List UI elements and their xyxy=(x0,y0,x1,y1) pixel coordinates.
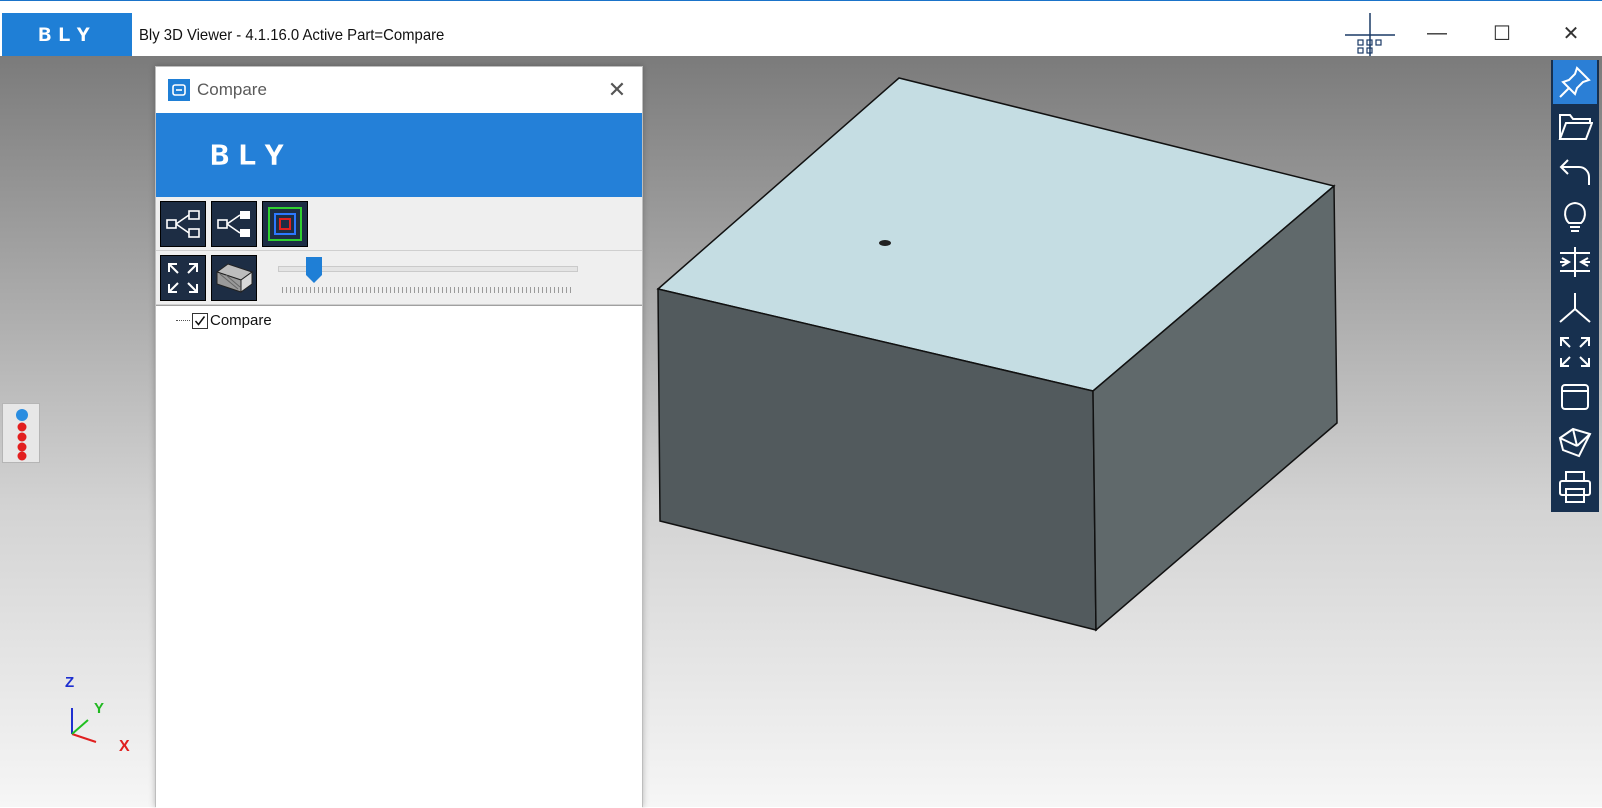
maximize-button[interactable]: ☐ xyxy=(1472,13,1532,53)
dots-icon xyxy=(16,409,28,461)
open-file-button[interactable] xyxy=(1553,105,1597,149)
tree-item-checkbox[interactable] xyxy=(192,312,208,329)
transparency-slider[interactable] xyxy=(278,266,578,272)
slider-ticks xyxy=(282,287,572,293)
lighting-button[interactable] xyxy=(1553,195,1597,239)
hole-marker xyxy=(879,240,891,246)
layers-icon xyxy=(268,207,302,241)
print-icon xyxy=(1559,471,1591,503)
axis-icon xyxy=(1559,293,1591,323)
pin-button[interactable] xyxy=(1553,60,1597,104)
layers-button[interactable] xyxy=(262,201,308,247)
undo-button[interactable] xyxy=(1553,150,1597,194)
tree-expand-button[interactable] xyxy=(160,201,206,247)
part-tree: Compare xyxy=(156,305,642,808)
tree-item-label: Compare xyxy=(210,312,272,329)
window-button[interactable] xyxy=(1553,375,1597,419)
folder-open-icon xyxy=(1558,114,1593,140)
panel-header: Compare ✕ xyxy=(156,67,642,113)
transparency-button[interactable] xyxy=(211,255,257,301)
fit-view-icon xyxy=(168,263,198,293)
panel-toolbar-1 xyxy=(156,197,642,251)
minimize-button[interactable]: — xyxy=(1407,13,1467,53)
title-bar: BLY Bly 3D Viewer - 4.1.16.0 Active Part… xyxy=(0,0,1602,57)
tree-item-compare[interactable]: Compare xyxy=(176,312,272,329)
box-transparency-icon xyxy=(215,263,254,293)
print-button[interactable] xyxy=(1553,465,1597,509)
maximize-icon: ☐ xyxy=(1493,22,1511,45)
fit-view-icon xyxy=(1560,337,1590,367)
checkmark-icon xyxy=(194,315,206,326)
axis-z-label: Z xyxy=(65,674,75,691)
compare-icon xyxy=(1560,247,1590,277)
close-button[interactable]: ✕ xyxy=(1541,13,1601,53)
compare-panel: Compare ✕ BLY Compare xyxy=(155,66,643,808)
panel-title: Compare xyxy=(197,80,267,99)
tree-collapse-button[interactable] xyxy=(211,201,257,247)
panel-toolbar-2 xyxy=(156,251,642,305)
minimize-icon: — xyxy=(1427,21,1447,44)
close-icon: ✕ xyxy=(607,77,627,102)
lightbulb-icon xyxy=(1564,201,1586,232)
tree-collapse-icon xyxy=(217,211,250,237)
close-icon: ✕ xyxy=(1562,22,1580,45)
network-icon[interactable] xyxy=(1345,13,1395,57)
window-title: Bly 3D Viewer - 4.1.16.0 Active Part=Com… xyxy=(139,27,445,44)
panel-app-icon xyxy=(168,79,190,101)
axis-x-label: X xyxy=(119,738,130,755)
view-indicator[interactable] xyxy=(2,403,40,463)
axis-triad: Z Y X xyxy=(60,670,150,760)
slider-thumb[interactable] xyxy=(306,257,322,283)
banner-logo: BLY xyxy=(210,138,292,172)
undo-icon xyxy=(1559,159,1590,185)
panel-banner: BLY xyxy=(156,113,642,197)
compare-button[interactable] xyxy=(1553,240,1597,284)
app-logo-text: BLY xyxy=(38,24,96,46)
section-icon xyxy=(1558,427,1592,458)
axis-y-label: Y xyxy=(94,700,105,717)
axis-button[interactable] xyxy=(1553,285,1597,329)
window-icon xyxy=(1561,384,1589,410)
section-button[interactable] xyxy=(1553,420,1597,464)
tree-connector xyxy=(176,320,190,321)
fit-view-panel-button[interactable] xyxy=(160,255,206,301)
tree-expand-icon xyxy=(166,210,200,238)
fit-view-button[interactable] xyxy=(1553,330,1597,374)
pin-icon xyxy=(1559,66,1591,98)
app-logo[interactable]: BLY xyxy=(2,13,132,57)
right-toolbar xyxy=(1551,60,1599,512)
panel-close-button[interactable]: ✕ xyxy=(602,75,632,105)
